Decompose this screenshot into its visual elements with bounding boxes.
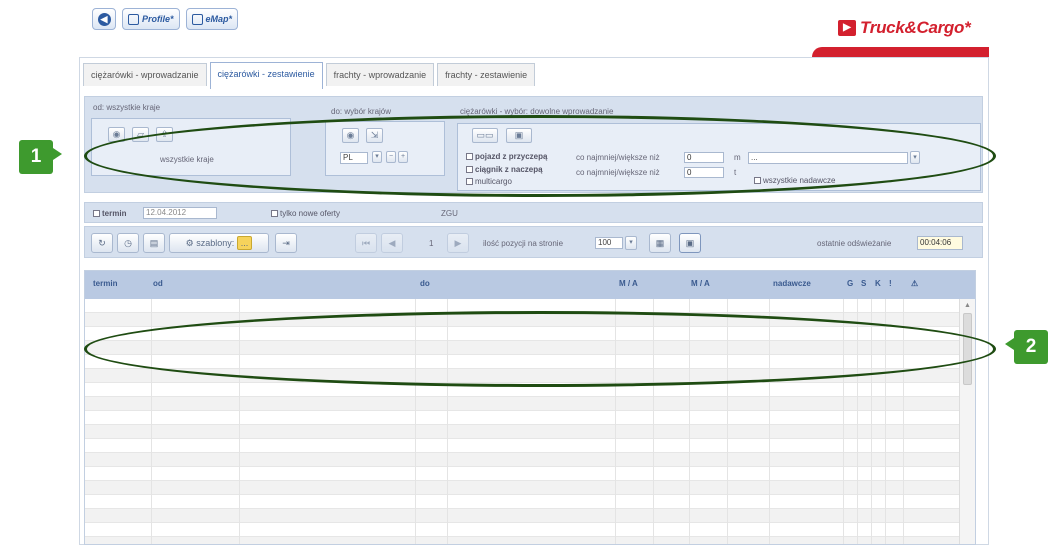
print-icon[interactable]: ▤	[143, 233, 165, 253]
col-senders[interactable]: nadawcze	[773, 279, 811, 288]
per-page-label: ilość pozycji na stronie	[483, 239, 564, 248]
emap-button[interactable]: eMap*	[185, 8, 239, 30]
col-term[interactable]: termin	[93, 279, 117, 288]
per-page-select[interactable]: 100	[595, 237, 623, 249]
grid-settings-icon[interactable]: ▦	[649, 233, 671, 253]
to-label: do: wybór krajów	[331, 107, 392, 116]
templates-label: szablony:	[196, 238, 235, 248]
from-label: od: wszystkie kraje	[93, 103, 161, 112]
profile-label: Profile*	[142, 14, 174, 24]
brand-name: Truck&Cargo*	[860, 18, 971, 37]
col-warning[interactable]: ⚠	[911, 279, 918, 288]
tab-bar: ciężarówki - wprowadzanie ciężarówki - z…	[83, 62, 536, 90]
emap-icon	[191, 13, 203, 25]
top-nav: ◀ Profile* eMap*	[92, 8, 239, 30]
col-k[interactable]: K	[875, 279, 881, 288]
first-page-icon[interactable]: ⏮	[355, 233, 377, 253]
col-from[interactable]: od	[153, 279, 163, 288]
tab-freight-input[interactable]: frachty - wprowadzanie	[325, 63, 435, 86]
clock-icon[interactable]: ◷	[117, 233, 139, 253]
last-refresh-label: ostatnie odświeżanie	[817, 239, 892, 248]
term-label: termin	[102, 209, 127, 218]
toolbar: ↻ ◷ ▤ ⚙ szablony: ... ⇥ ⏮ ◀ 1 ▶ ilość po…	[84, 226, 983, 258]
zgu-label: ZGU	[441, 209, 458, 218]
col-ma-1[interactable]: M / A	[619, 279, 638, 288]
next-page-icon[interactable]: ▶	[447, 233, 469, 253]
col-exclamation[interactable]: !	[889, 279, 892, 288]
refresh-icon[interactable]: ↻	[91, 233, 113, 253]
templates-icon: ⚙	[185, 238, 197, 248]
last-refresh-value: 00:04:06	[917, 236, 963, 250]
back-button[interactable]: ◀	[92, 8, 116, 30]
only-new-label: tylko nowe oferty	[280, 209, 341, 218]
chevron-down-icon[interactable]: ▾	[625, 236, 637, 250]
col-ma-2[interactable]: M / A	[691, 279, 710, 288]
col-to[interactable]: do	[420, 279, 430, 288]
options-row: termin 12.04.2012 tylko nowe oferty ZGU	[84, 202, 983, 223]
grid-header: termin od do M / A M / A nadawcze G S K …	[85, 271, 975, 299]
tab-freight-list[interactable]: frachty - zestawienie	[437, 63, 536, 86]
tab-trucks-input[interactable]: ciężarówki - wprowadzanie	[83, 63, 207, 86]
only-new-checkbox[interactable]: tylko nowe oferty	[271, 209, 340, 218]
col-s[interactable]: S	[861, 279, 866, 288]
brand-accent-bar	[812, 47, 989, 57]
truck-logo-icon: ▶	[838, 20, 856, 36]
term-checkbox[interactable]: termin	[93, 209, 126, 218]
highlight-ellipse-1	[84, 115, 996, 197]
prev-page-icon[interactable]: ◀	[381, 233, 403, 253]
tab-trucks-list[interactable]: ciężarówki - zestawienie	[209, 62, 323, 89]
brand-logo: ▶ Truck&Cargo*	[838, 18, 971, 38]
term-date-input[interactable]: 12.04.2012	[143, 207, 217, 219]
callout-1: 1	[19, 140, 62, 174]
highlight-ellipse-2	[84, 311, 996, 387]
profile-button[interactable]: Profile*	[122, 8, 180, 30]
profile-icon	[128, 13, 139, 25]
col-g[interactable]: G	[847, 279, 853, 288]
page-number: 1	[429, 239, 434, 248]
truck-view-icon[interactable]: ▣	[679, 233, 701, 253]
back-arrow-icon: ◀	[97, 12, 111, 26]
scroll-up-icon[interactable]: ▲	[964, 302, 971, 309]
templates-select[interactable]: ...	[236, 236, 253, 250]
templates-button[interactable]: ⚙ szablony: ...	[169, 233, 269, 253]
emap-label: eMap*	[205, 14, 233, 24]
export-icon[interactable]: ⇥	[275, 233, 297, 253]
callout-2: 2	[1005, 330, 1048, 364]
